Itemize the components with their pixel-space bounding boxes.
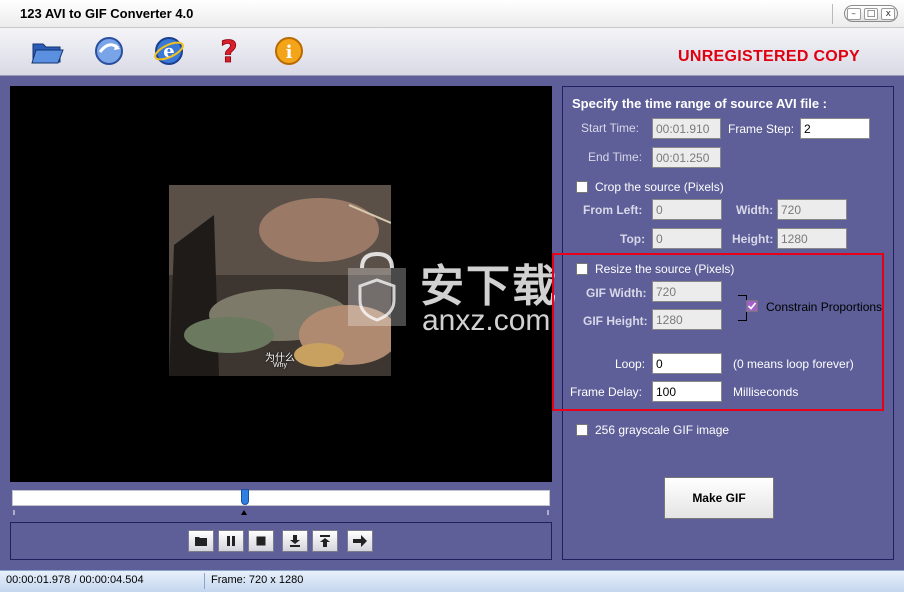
gif-height-label: GIF Height: xyxy=(583,314,648,328)
maximize-button[interactable]: □ xyxy=(863,7,878,20)
status-time: 00:00:01.978 / 00:00:04.504 xyxy=(6,574,144,586)
crop-top-label: Top: xyxy=(620,232,646,246)
upload-arrow-icon xyxy=(320,535,330,547)
from-left-label: From Left: xyxy=(583,203,643,217)
unregistered-label: UNREGISTERED COPY xyxy=(677,48,860,65)
grayscale-checkbox[interactable] xyxy=(576,424,588,436)
crop-width-field[interactable] xyxy=(777,199,847,220)
crop-checkbox[interactable] xyxy=(576,181,588,193)
convert-icon[interactable] xyxy=(92,34,126,68)
crop-left-field[interactable] xyxy=(652,199,722,220)
title-bar: 123 AVI to GIF Converter 4.0 – □ x xyxy=(0,0,904,28)
subtitle-english: Why xyxy=(273,362,287,369)
pause-button[interactable] xyxy=(218,530,244,552)
frame-delay-label: Frame Delay: xyxy=(570,385,643,399)
title-separator xyxy=(832,4,833,24)
gif-width-field[interactable] xyxy=(652,281,722,302)
svg-text:?: ? xyxy=(220,35,237,68)
grayscale-label: 256 grayscale GIF image xyxy=(595,423,730,437)
gif-height-field[interactable] xyxy=(652,309,722,330)
start-time-label: Start Time: xyxy=(581,121,640,135)
crop-label: Crop the source (Pixels) xyxy=(595,180,724,194)
time-range-heading: Specify the time range of source AVI fil… xyxy=(572,96,828,111)
pause-icon xyxy=(227,536,235,546)
crop-height-field[interactable] xyxy=(777,228,847,249)
seek-ticks xyxy=(13,510,549,515)
svg-text:i: i xyxy=(286,42,293,63)
download-arrow-icon xyxy=(290,535,300,547)
loop-hint: (0 means loop forever) xyxy=(733,357,854,371)
loop-label: Loop: xyxy=(615,357,646,371)
frame-step-label: Frame Step: xyxy=(728,122,795,136)
frame-delay-unit: Milliseconds xyxy=(733,385,799,399)
minimize-button[interactable]: – xyxy=(846,7,861,20)
status-frame-size: Frame: 720 x 1280 xyxy=(211,574,304,586)
set-start-button[interactable] xyxy=(282,530,308,552)
gif-width-label: GIF Width: xyxy=(586,286,647,300)
next-button[interactable] xyxy=(347,530,373,552)
resize-label: Resize the source (Pixels) xyxy=(595,262,735,276)
open-file-button[interactable] xyxy=(188,530,214,552)
window-controls: – □ x xyxy=(844,5,898,22)
toolbar: e ? i UNREGISTERED COPY xyxy=(0,28,904,76)
seek-thumb[interactable] xyxy=(241,489,249,505)
status-bar: 00:00:01.978 / 00:00:04.504 Frame: 720 x… xyxy=(0,570,904,592)
end-time-field[interactable] xyxy=(652,147,721,168)
end-time-label: End Time: xyxy=(588,150,643,164)
loop-field[interactable] xyxy=(652,353,722,374)
web-browser-icon[interactable]: e xyxy=(152,34,186,68)
frame-delay-field[interactable] xyxy=(652,381,722,402)
stop-button[interactable] xyxy=(248,530,274,552)
stop-icon xyxy=(256,536,266,546)
watermark: 安下载 anxz.com xyxy=(340,250,560,340)
set-end-button[interactable] xyxy=(312,530,338,552)
watermark-url: anxz.com xyxy=(422,304,551,337)
playback-controls xyxy=(10,522,552,560)
start-time-field[interactable] xyxy=(652,118,721,139)
folder-icon xyxy=(195,537,207,546)
status-separator xyxy=(204,573,205,589)
crop-width-label: Width: xyxy=(736,203,774,217)
constrain-label: Constrain Proportions xyxy=(766,300,883,314)
open-folder-icon[interactable] xyxy=(30,34,64,68)
arrow-right-icon xyxy=(353,535,367,547)
window-title: 123 AVI to GIF Converter 4.0 xyxy=(20,6,194,21)
constrain-checkbox[interactable] xyxy=(746,300,758,312)
info-icon[interactable]: i xyxy=(272,34,306,68)
help-icon[interactable]: ? xyxy=(212,34,246,71)
crop-height-label: Height: xyxy=(732,232,774,246)
checkmark-icon xyxy=(747,302,757,310)
make-gif-button[interactable]: Make GIF xyxy=(664,477,774,519)
close-button[interactable]: x xyxy=(881,7,896,20)
frame-step-field[interactable] xyxy=(800,118,870,139)
seek-bar[interactable] xyxy=(12,489,550,506)
resize-checkbox[interactable] xyxy=(576,263,588,275)
crop-top-field[interactable] xyxy=(652,228,722,249)
shield-bag-icon xyxy=(348,251,406,326)
